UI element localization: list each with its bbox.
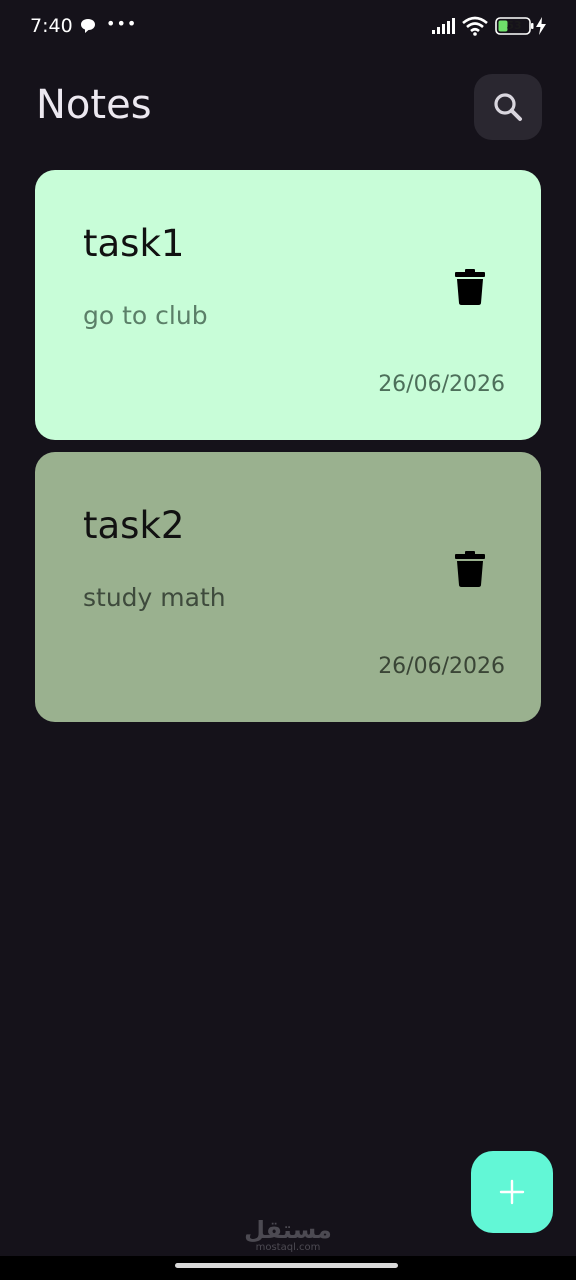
note-card[interactable]: task1 go to club 26/06/2026 — [35, 170, 541, 440]
charge-icon — [536, 17, 546, 35]
note-date: 26/06/2026 — [378, 654, 505, 679]
watermark-text: مستقل — [244, 1216, 332, 1244]
delete-note-button[interactable] — [449, 546, 491, 592]
watermark: مستقل mostaql.com — [240, 1218, 336, 1254]
chat-icon — [81, 19, 95, 33]
trash-icon — [455, 551, 485, 587]
search-button[interactable] — [474, 74, 542, 140]
battery-level: 53 — [506, 19, 522, 32]
status-bar: 7:40 ••• 53 — [0, 0, 576, 52]
search-icon — [494, 93, 522, 121]
more-icon: ••• — [106, 14, 138, 33]
status-time: 7:40 — [30, 15, 73, 37]
note-date: 26/06/2026 — [378, 372, 505, 397]
trash-icon — [455, 269, 485, 305]
delete-note-button[interactable] — [449, 264, 491, 310]
notes-screen: 7:40 ••• 53 Notes task1 go to club 26/06… — [0, 0, 576, 1280]
plus-icon — [499, 1179, 525, 1205]
note-body: study math — [83, 583, 226, 612]
note-title: task1 — [83, 222, 185, 265]
add-note-button[interactable] — [471, 1151, 553, 1233]
signal-icon — [432, 18, 455, 34]
note-title: task2 — [83, 504, 185, 547]
wifi-icon — [462, 16, 488, 36]
page-title: Notes — [36, 82, 152, 128]
note-card[interactable]: task2 study math 26/06/2026 — [35, 452, 541, 722]
navigation-bar — [0, 1256, 576, 1280]
home-indicator[interactable] — [175, 1263, 398, 1268]
note-body: go to club — [83, 301, 208, 330]
